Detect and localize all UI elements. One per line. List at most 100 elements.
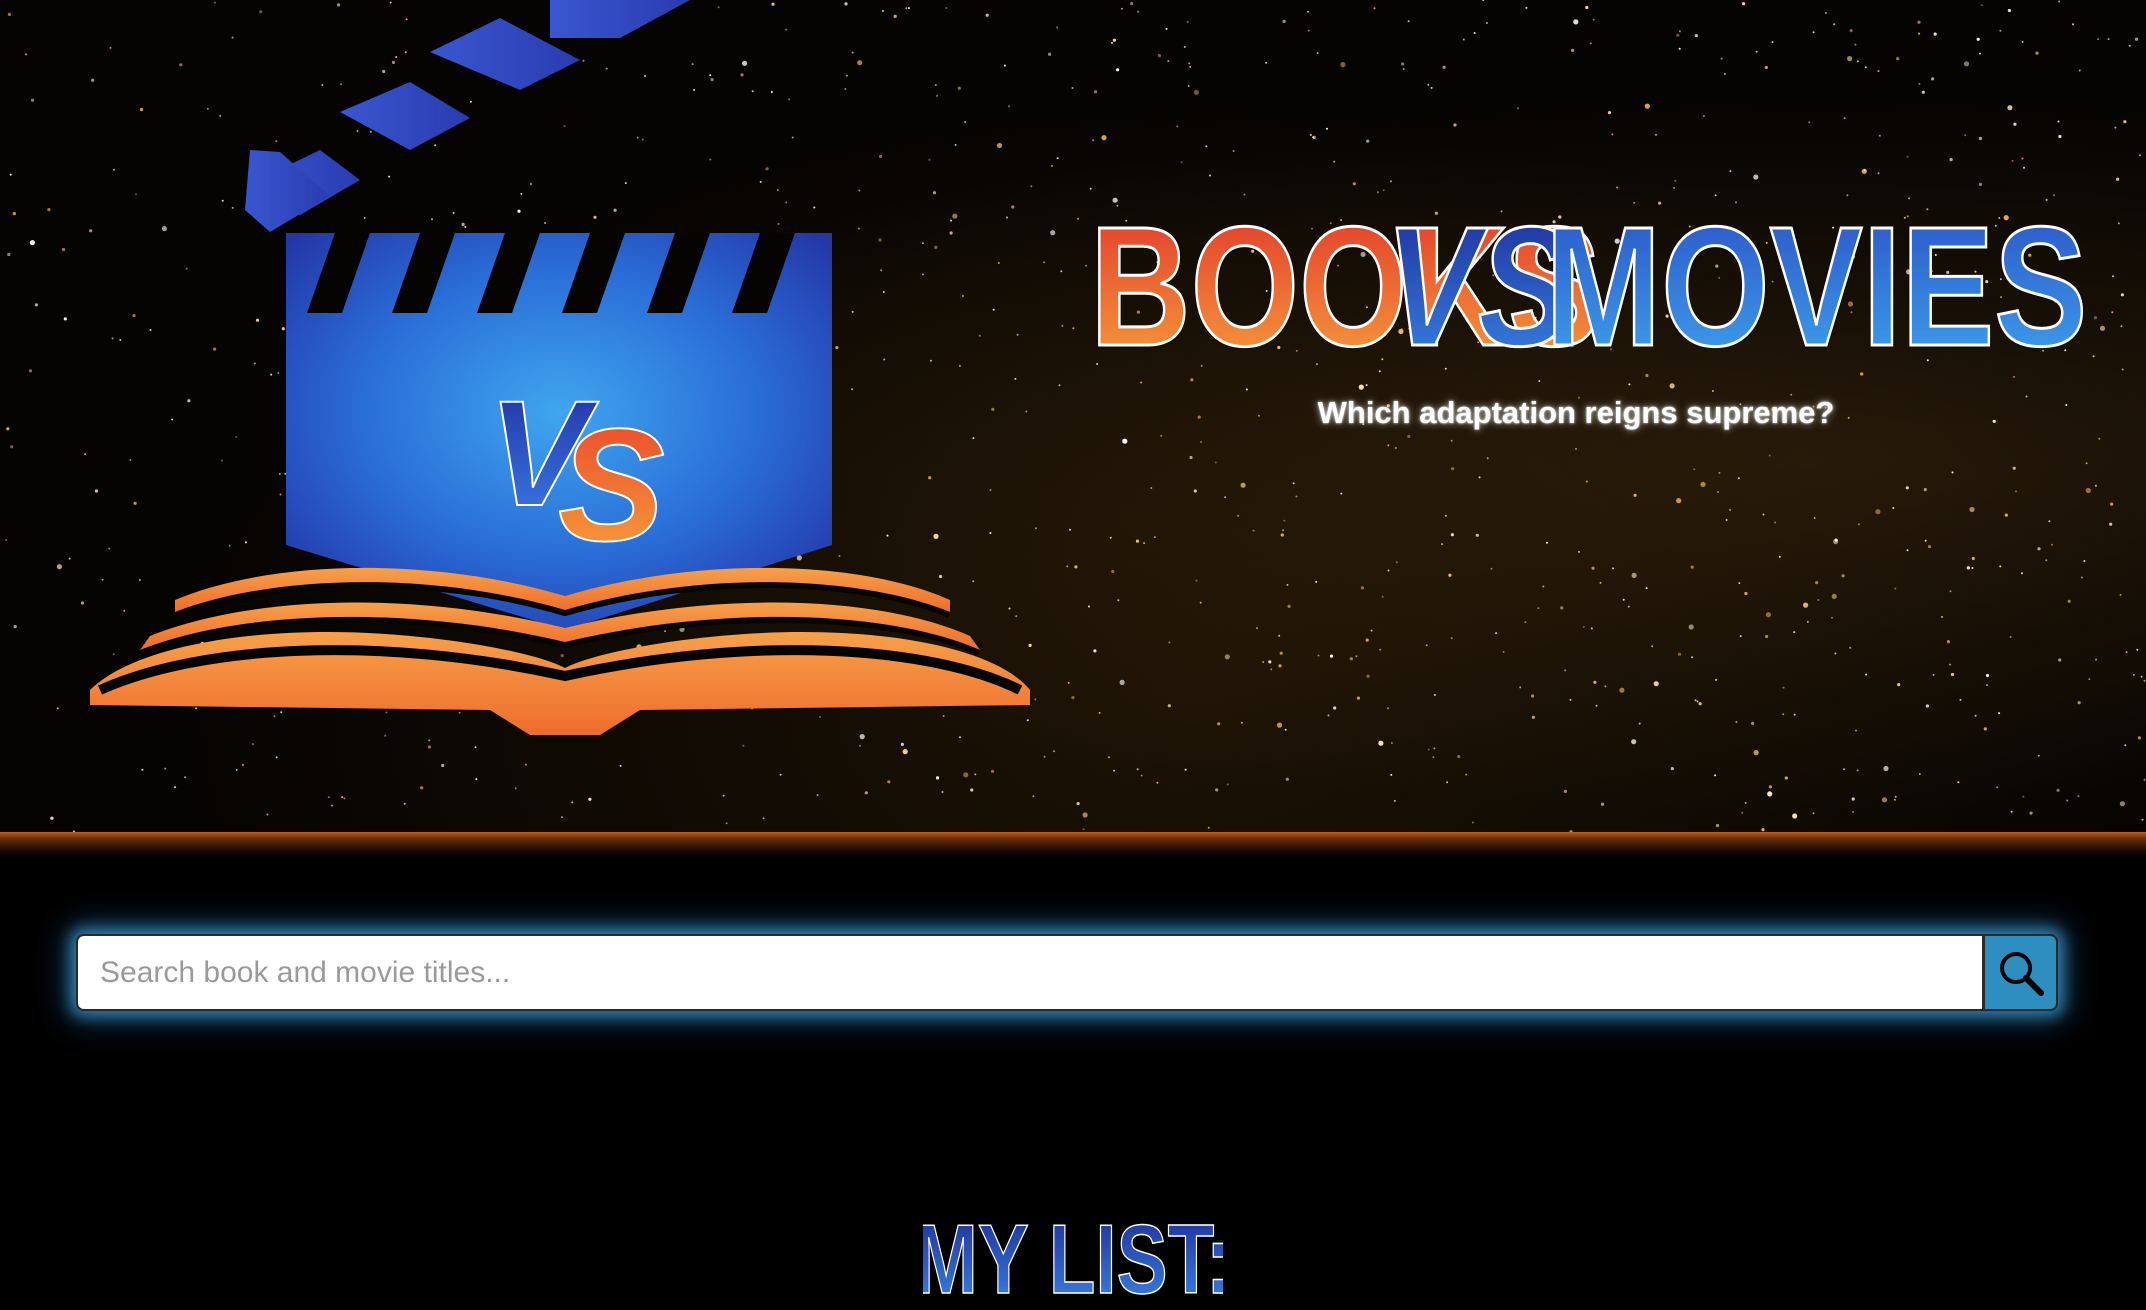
star [1048,52,1052,56]
star [1803,602,1809,608]
star [1863,169,1866,172]
star [2013,375,2015,378]
star [1524,621,1527,624]
star [1085,264,1088,267]
star [2021,572,2023,575]
star [1694,34,1698,38]
star [1949,663,1951,666]
star [1589,42,1592,45]
site-title: BOOKS VS MOVIES [1090,195,2090,355]
star [1135,539,1140,543]
star [1897,683,1901,687]
star [1356,696,1360,700]
star [1969,506,1975,513]
star [1432,756,1435,759]
star [7,252,11,257]
star [991,769,995,773]
star [1450,533,1454,537]
star [1284,728,1287,731]
star [1737,477,1740,480]
star [1744,591,1748,596]
star [1860,372,1864,376]
star [1560,606,1564,610]
star [1165,27,1168,30]
star [2143,679,2146,682]
star [2085,487,2091,494]
star [1393,799,1396,802]
star [1387,569,1390,572]
star [1444,367,1447,370]
star [1711,390,1714,392]
star [1457,755,1461,759]
star [1542,585,1545,588]
star [1778,555,1781,558]
clapper-arm [245,0,690,232]
star [2111,275,2114,278]
star [1753,750,1759,756]
star [1782,713,1785,716]
star [1831,616,1833,619]
star [1207,826,1210,829]
star [2012,466,2016,470]
star [2004,513,2008,517]
star [1441,543,1444,546]
star [2065,404,2068,406]
star [1340,62,1346,68]
star [1768,454,1771,457]
star [1893,798,1896,801]
star [1865,673,1868,676]
star [1949,590,1952,593]
star [1655,133,1657,136]
star [1714,774,1717,777]
star [1537,607,1540,610]
star [1394,447,1397,449]
star [1607,111,1612,115]
star [1089,187,1092,190]
star [1974,714,1977,717]
star [420,786,424,790]
star [1427,83,1430,86]
star [1278,664,1282,668]
star [2132,673,2135,676]
site-logo: V S [80,0,1040,765]
star [1465,773,1468,776]
star [1451,467,1455,471]
star [1852,810,1855,813]
star [1941,615,1943,618]
star [1957,781,1960,784]
star [1738,582,1741,585]
star [1951,471,1954,474]
star [1812,31,1815,34]
star [1761,828,1765,832]
star [2124,744,2127,747]
star [1856,60,1859,63]
star [2058,134,2062,139]
star [2051,543,2053,546]
star [1188,62,1191,65]
star [2098,437,2101,440]
star [327,796,330,799]
star [2083,560,2086,562]
star [1784,776,1788,780]
star [1631,572,1637,579]
star [1918,32,1921,35]
star [1582,625,1585,628]
star [2119,593,2122,596]
star [1619,687,1625,693]
star [1160,434,1163,437]
star [2120,293,2124,297]
star [1237,514,1240,517]
star [1200,364,1203,367]
star [1307,29,1310,32]
search-button[interactable] [1984,934,2058,1011]
star [1442,65,1446,69]
search-input[interactable] [76,934,1984,1011]
star [2035,51,2039,55]
star [1130,1,1134,6]
star [2121,368,2124,371]
star [1690,565,1694,569]
star [1076,802,1080,806]
star [475,778,478,781]
star [1720,57,1723,60]
star [1723,73,1726,75]
